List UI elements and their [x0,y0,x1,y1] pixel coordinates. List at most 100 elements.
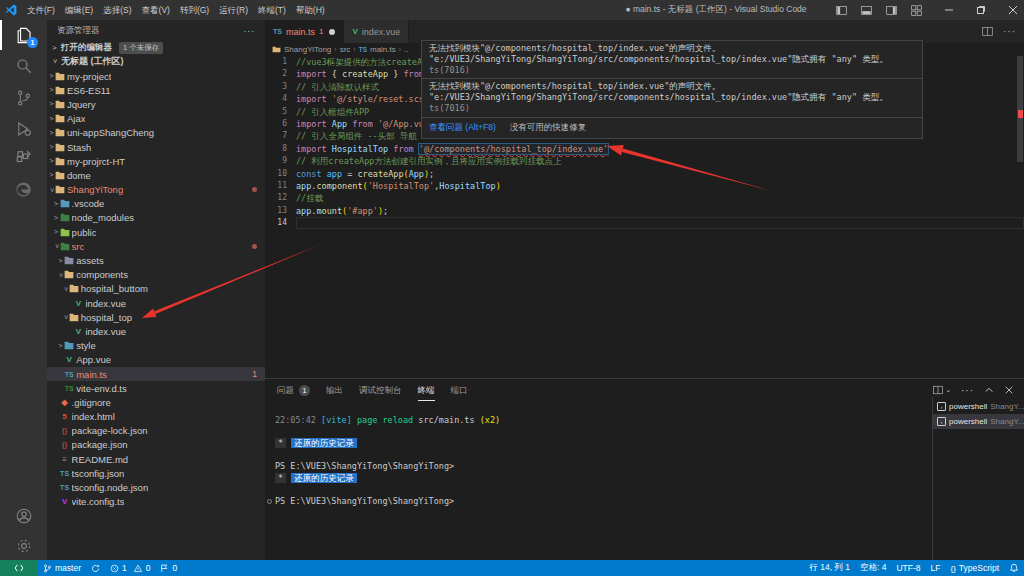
tree-item-index.vue[interactable]: Vindex.vue [47,324,265,338]
tree-item-Ajax[interactable]: >Ajax [47,112,265,126]
problems-indicator[interactable]: 1 0 [105,560,155,576]
menu-s[interactable]: 选择(S) [98,0,136,20]
indentation-indicator[interactable]: 空格: 4 [855,560,891,576]
tree-item-package.json[interactable]: {}package.json [47,438,265,452]
tree-item-style[interactable]: >style [47,339,265,353]
close-window-icon[interactable] [1008,5,1018,15]
tree-item-index.html[interactable]: 5index.html [47,410,265,424]
panel-tab-终端[interactable]: 终端 [418,379,435,401]
breadcrumb-folder[interactable]: src [340,45,351,54]
menu-e[interactable]: 编辑(E) [60,0,98,20]
eol-indicator[interactable]: LF [926,560,946,576]
search-icon[interactable] [0,51,47,81]
run-debug-icon[interactable] [0,114,47,144]
breadcrumb-symbol[interactable]: .. [404,45,408,54]
modified-dot-icon[interactable] [329,29,335,35]
cursor-position-indicator[interactable]: 行 14, 列 1 [804,560,855,576]
command-decoration-icon[interactable] [267,499,272,504]
breadcrumb-project[interactable]: ShangYiTong [284,45,331,54]
tree-item-tsconfig.node.json[interactable]: TStsconfig.node.json [47,480,265,494]
view-problem-link[interactable]: 查看问题 (Alt+F8) [429,122,496,134]
remote-indicator[interactable] [0,560,38,576]
panel-close-icon[interactable] [1004,385,1014,395]
tree-item-.vscode[interactable]: >.vscode [47,197,265,211]
tree-item-vite-env.d.ts[interactable]: TSvite-env.d.ts [47,381,265,395]
language-mode-indicator[interactable]: {}TypeScript [946,560,1005,576]
terminal-split-icon[interactable]: ⌄ [933,385,951,395]
code-line-14[interactable]: 14 [265,217,1024,229]
minimize-icon[interactable] [944,5,954,15]
tree-item-vite.config.ts[interactable]: Vvite.config.ts [47,495,265,509]
tab-main-ts[interactable]: TS main.ts 1 [265,20,344,43]
tree-item-dome[interactable]: >dome [47,168,265,182]
sync-changes-button[interactable] [86,560,105,576]
panel-tab-输出[interactable]: 输出 [326,379,343,401]
split-editor-icon[interactable] [982,26,993,37]
menu-v[interactable]: 查看(V) [137,0,175,20]
menu-t[interactable]: 终端(T) [253,0,291,20]
git-branch-indicator[interactable]: master [38,560,86,576]
tree-item-tsconfig.json[interactable]: TStsconfig.json [47,466,265,480]
flag-indicator[interactable]: 0 [155,560,182,576]
tree-item-hospital_top[interactable]: >hospital_top [47,310,265,324]
history-suggestion[interactable]: 还原的历史记录 [291,438,357,448]
tree-item-uni-appShangCheng[interactable]: >uni-appShangCheng [47,126,265,140]
code-line-13[interactable]: 13app.mount('#app'); [265,205,1024,217]
panel-maximize-icon[interactable] [984,385,994,395]
tree-item-label: package.json [72,439,128,450]
menu-h[interactable]: 帮助(H) [291,0,330,20]
terminal-instance-powershell[interactable]: ›powershellShangY... [933,399,1024,414]
encoding-indicator[interactable]: UTF-8 [891,560,925,576]
tree-item-index.vue[interactable]: Vindex.vue [47,296,265,310]
tree-item-ShangYiTong[interactable]: >ShangYiTong [47,183,265,197]
explorer-icon[interactable]: 1 [0,20,47,50]
tree-item-Stash[interactable]: >Stash [47,140,265,154]
account-icon[interactable] [0,501,47,531]
editor-scrollbar[interactable] [1016,56,1024,378]
panel-tab-调试控制台[interactable]: 调试控制台 [359,379,402,401]
menu-g[interactable]: 转到(G) [175,0,214,20]
panel-tab-端口[interactable]: 端口 [451,379,468,401]
source-control-icon[interactable] [0,83,47,113]
open-editors-section[interactable]: > 打开的编辑器 1 个未保存 [47,41,265,54]
explorer-more-actions-icon[interactable]: ··· [244,26,256,36]
code-line-12[interactable]: 12//挂载 [265,192,1024,204]
menu-f[interactable]: 文件(F) [22,0,60,20]
tree-item-App.vue[interactable]: VApp.vue [47,353,265,367]
code-line-9[interactable]: 9// 利用createApp方法创建引用实例，且将应用实例挂载到挂载点上 [265,155,1024,167]
edge-tools-icon[interactable] [0,174,47,204]
tree-item-hospital_buttom[interactable]: >hospital_buttom [47,282,265,296]
tree-item-my-project[interactable]: >my-project [47,69,265,83]
tree-item-public[interactable]: >public [47,225,265,239]
tree-item-package-lock.json[interactable]: {}package-lock.json [47,424,265,438]
workspace-root[interactable]: > 无标题 (工作区) [47,54,265,68]
tree-item-main.ts[interactable]: TSmain.ts1 [47,367,265,381]
tree-item-node_modules[interactable]: >node_modules [47,211,265,225]
notifications-bell-icon[interactable] [1004,560,1024,576]
code-line-10[interactable]: 10const app = createApp(App); [265,168,1024,180]
toggle-secondary-sidebar-icon[interactable] [886,5,897,16]
tree-item-assets[interactable]: >assets [47,253,265,267]
terminal-output[interactable]: 22:05:42 [vite] page reload src/main.ts … [275,415,929,507]
tree-item-.gitignore[interactable]: ◆.gitignore [47,395,265,409]
breadcrumb-file[interactable]: main.ts [370,45,396,54]
tab-index-vue[interactable]: V index.vue [344,20,409,43]
code-line-8[interactable]: 8import HospitalTop from '@/components/h… [265,143,1024,155]
panel-more-actions-icon[interactable]: ··· [961,385,974,396]
code-line-11[interactable]: 11app.component('HospitalTop',HospitalTo… [265,180,1024,192]
settings-gear-icon[interactable] [0,531,47,561]
panel-tab-问题[interactable]: 问题1 [277,379,310,401]
terminal-instance-powershell[interactable]: ›powershellShangY... [933,414,1024,429]
history-suggestion[interactable]: 还原的历史记录 [291,473,357,483]
tree-item-my-projrct-HT[interactable]: >my-projrct-HT [47,154,265,168]
tree-item-components[interactable]: >components [47,268,265,282]
tree-item-README.md[interactable]: ≡README.md [47,452,265,466]
extensions-icon[interactable] [0,142,47,172]
menu-r[interactable]: 运行(R) [214,0,253,20]
tree-item-src[interactable]: >src [47,239,265,253]
restore-icon[interactable] [976,5,986,15]
editor-more-actions-icon[interactable]: ··· [1003,26,1016,37]
customize-layout-icon[interactable] [911,5,922,16]
tree-item-ES6-ES11[interactable]: >ES6-ES11 [47,83,265,97]
tree-item-Jquery[interactable]: >Jquery [47,97,265,111]
